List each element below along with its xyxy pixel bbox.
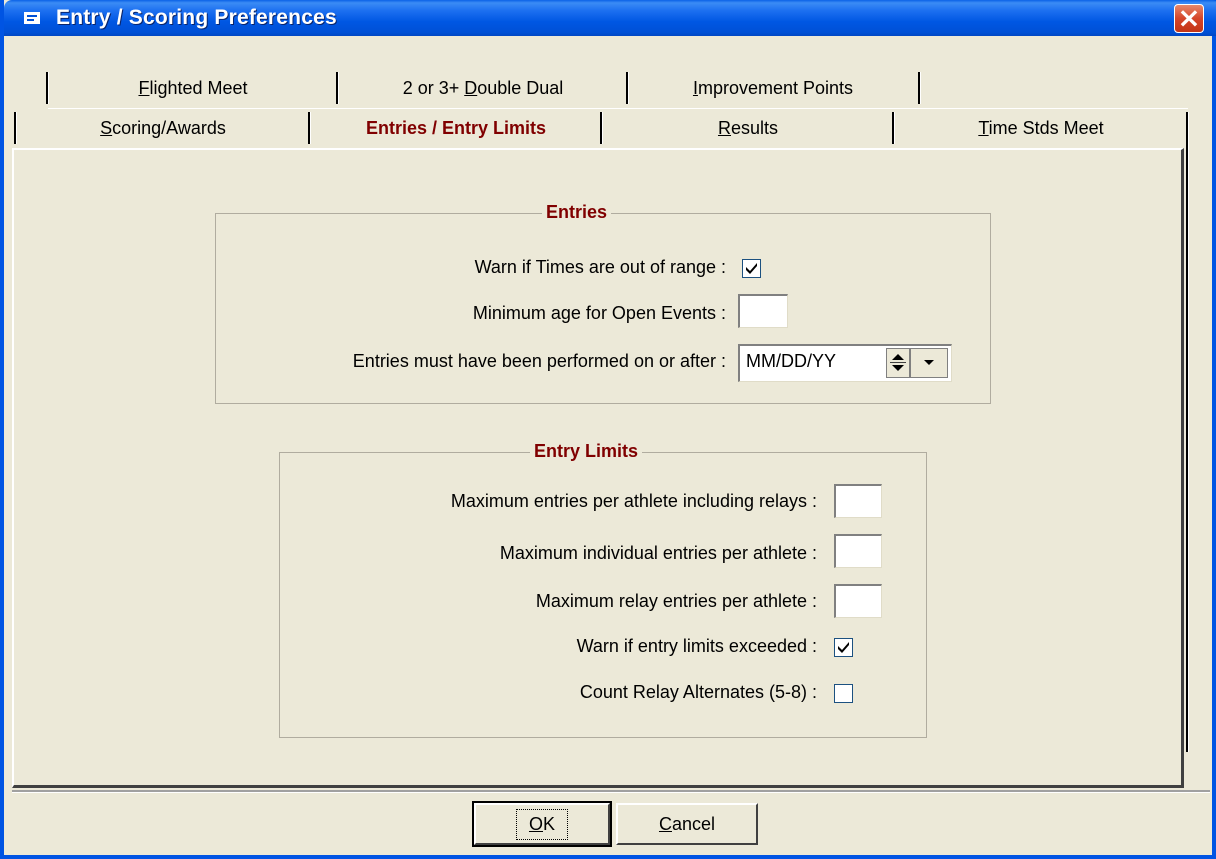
button-bar-divider: [12, 790, 1210, 793]
tab-double-dual[interactable]: 2 or 3+ Double Dual: [338, 70, 628, 106]
app-icon: [24, 12, 40, 24]
cancel-button[interactable]: Cancel: [616, 803, 758, 845]
checkmark-icon: [838, 642, 849, 653]
entries-group-title: Entries: [542, 202, 612, 223]
warn-exceeded-label: Warn if entry limits exceeded :: [576, 636, 817, 656]
max-entries-field[interactable]: [834, 484, 882, 518]
spin-arrows-icon: [890, 354, 906, 371]
max-individual-label: Maximum individual entries per athlete :: [499, 543, 817, 563]
title-bar[interactable]: Entry / Scoring Preferences ×: [4, 0, 1216, 36]
tab-time-stds-meet[interactable]: Time Stds Meet: [894, 110, 1188, 146]
max-entries-label: Maximum entries per athlete including re…: [450, 491, 817, 511]
tab-panel-edge: [1186, 112, 1189, 752]
chevron-down-icon: [924, 360, 934, 365]
performed-after-label: Entries must have been performed on or a…: [352, 351, 726, 371]
close-icon: ×: [1177, 1, 1201, 34]
tab-flighted-meet[interactable]: Flighted Meet: [48, 70, 338, 106]
window-title: Entry / Scoring Preferences: [56, 6, 337, 29]
preferences-window: Entry / Scoring Preferences × Flighted M…: [0, 0, 1216, 859]
count-alternates-checkbox[interactable]: [834, 684, 853, 703]
min-age-field[interactable]: [738, 294, 788, 328]
checkmark-icon: [746, 263, 757, 274]
date-spinner[interactable]: [886, 348, 910, 378]
date-value: MM/DD/YY: [746, 351, 836, 371]
close-button[interactable]: ×: [1174, 1, 1204, 34]
tab-results[interactable]: Results: [602, 110, 894, 146]
count-alternates-label: Count Relay Alternates (5-8) :: [579, 682, 817, 702]
warn-exceeded-checkbox[interactable]: [834, 638, 853, 657]
date-dropdown-button[interactable]: [910, 348, 948, 378]
performed-after-date-picker[interactable]: MM/DD/YY: [738, 344, 952, 382]
tab-row-edge: [48, 108, 1188, 109]
min-age-label: Minimum age for Open Events :: [472, 303, 726, 323]
max-individual-field[interactable]: [834, 534, 882, 568]
warn-times-checkbox[interactable]: [742, 259, 761, 278]
max-relay-field[interactable]: [834, 584, 882, 618]
tab-divider: [918, 72, 921, 104]
ok-button[interactable]: OK: [472, 801, 612, 847]
warn-times-label: Warn if Times are out of range :: [474, 257, 726, 277]
tab-improvement-points[interactable]: Improvement Points: [628, 70, 918, 106]
entry-limits-group-title: Entry Limits: [530, 441, 643, 462]
tab-scoring-awards[interactable]: Scoring/Awards: [16, 110, 310, 146]
tab-entries-entry-limits[interactable]: Entries / Entry Limits: [310, 110, 602, 146]
max-relay-label: Maximum relay entries per athlete :: [535, 591, 817, 611]
